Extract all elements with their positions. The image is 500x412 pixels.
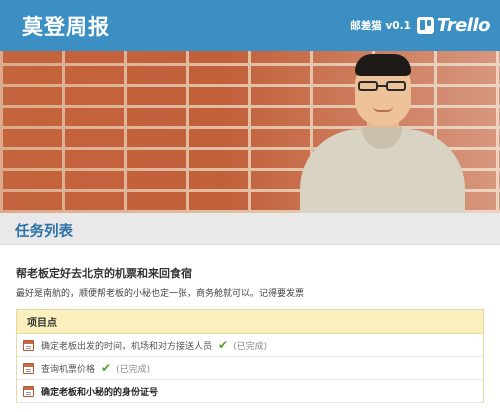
- checklist-item[interactable]: 确定老板出发的时间，机场和对方接送人员 ✔ (已完成): [17, 334, 483, 357]
- checklist-item-text: 查询机票价格: [41, 364, 96, 375]
- app-title: 莫登周报: [22, 15, 110, 39]
- checkmark-icon: ✔: [218, 338, 229, 352]
- checklist-item-text: 确定老板出发的时间，机场和对方接送人员: [41, 341, 213, 352]
- trello-wordmark: Trello: [436, 15, 491, 36]
- task-card: 帮老板定好去北京的机票和来回食宿 最好是南航的，顺便帮老板的小秘也定一张，商务舱…: [0, 245, 500, 412]
- calendar-icon: [23, 339, 34, 351]
- checklist: 项目点 确定老板出发的时间，机场和对方接送人员 ✔ (已完成) 查询机票价格 ✔…: [16, 309, 484, 403]
- calendar-icon: [23, 385, 34, 397]
- brand-area: 邮差猫 v0.1 Trello: [350, 15, 490, 36]
- checklist-item[interactable]: 确定老板和小秘的的身份证号: [17, 380, 483, 403]
- checklist-header-label: 项目点: [27, 318, 57, 329]
- checklist-header: 项目点: [17, 310, 483, 334]
- trello-board-icon: [416, 17, 434, 34]
- task-description: 最好是南航的，顺便帮老板的小秘也定一张，商务舱就可以。记得要发票: [16, 289, 305, 299]
- header-bar: 莫登周报 邮差猫 v0.1 Trello: [0, 0, 500, 51]
- checklist-item-text: 确定老板和小秘的的身份证号: [41, 387, 159, 398]
- calendar-icon: [23, 362, 34, 374]
- hero-photo: [0, 51, 500, 213]
- done-label: (已完成): [233, 341, 268, 352]
- done-label: (已完成): [116, 364, 151, 375]
- section-title: 任务列表: [15, 224, 73, 240]
- trello-logo[interactable]: Trello: [416, 15, 491, 36]
- checklist-item[interactable]: 查询机票价格 ✔ (已完成): [17, 357, 483, 380]
- task-title[interactable]: 帮老板定好去北京的机票和来回食宿: [16, 265, 192, 281]
- version-label: 邮差猫 v0.1: [350, 20, 411, 32]
- checkmark-icon: ✔: [101, 361, 112, 375]
- section-header: 任务列表: [0, 213, 500, 245]
- page: 莫登周报 邮差猫 v0.1 Trello 任务列表 帮老板定好去北京的机票和来回…: [0, 0, 500, 412]
- person-figure: [300, 51, 470, 213]
